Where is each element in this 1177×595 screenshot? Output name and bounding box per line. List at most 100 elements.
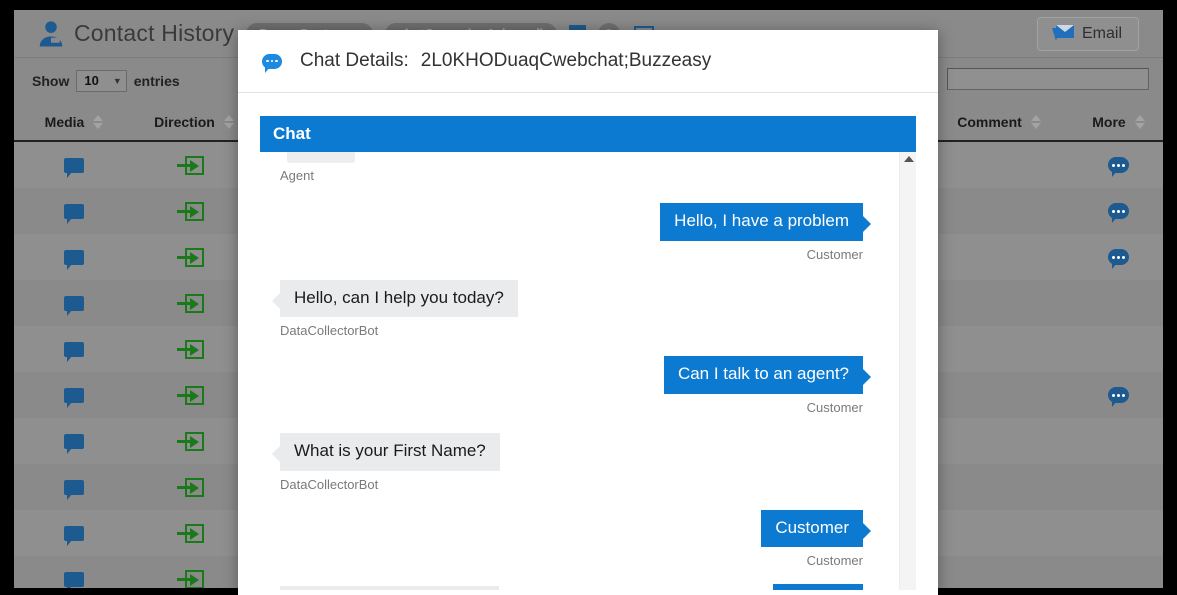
column-header-comment[interactable]: Comment [924,114,1074,130]
inbound-arrow-icon [176,339,204,359]
chat-bubble-icon [262,53,282,73]
chat-section-label: Chat [273,124,311,143]
chat-message: Customer Customer [260,509,886,569]
email-icon [1051,25,1074,42]
entries-select[interactable]: 10 ▼ [76,70,127,92]
inbound-arrow-icon [176,155,204,175]
cell-more[interactable] [1074,387,1163,407]
chat-message: Hello, can I help you today? DataCollecto… [260,279,886,339]
user-icon [39,20,63,46]
scroll-up-icon[interactable] [904,156,914,162]
column-label-direction: Direction [154,114,215,130]
more-comment-icon[interactable] [1108,157,1129,177]
cell-direction[interactable] [134,293,254,313]
chat-media-icon [64,571,84,588]
chat-message-list: Agent Hello, I have a problem Customer Hell… [260,152,916,590]
page-title: Contact History [74,20,235,46]
chat-bubble: Customer [761,509,871,548]
chat-message: Can I talk to an agent? Customer [260,356,886,415]
chat-media-icon [64,525,84,546]
chat-message-author: Agent [280,168,314,183]
chat-media-icon [64,157,84,178]
inbound-arrow-icon [176,385,204,405]
cell-direction[interactable] [134,523,254,543]
cell-direction[interactable] [134,201,254,221]
more-comment-icon[interactable] [1108,387,1129,407]
chat-message-author: DataCollectorBot [280,323,379,339]
chat-message-author: DataCollectorBot [280,476,379,492]
sort-icon-media[interactable] [93,115,104,129]
cell-direction[interactable] [134,339,254,359]
chat-scrollbar[interactable] [899,152,916,590]
inbound-arrow-icon [176,293,204,313]
sort-icon-direction[interactable] [223,115,234,129]
sort-icon-more[interactable] [1134,115,1145,129]
chat-details-modal: Chat Details: 2L0KHODuaqCwebchat;Buzzeas… [238,30,938,595]
chat-bubble: Hello, can I help you today? [272,279,518,318]
chat-message: What is your First Name? DataCollectorBot [260,433,886,492]
column-label-media: Media [44,114,85,130]
chat-media-icon [64,249,84,270]
more-comment-icon[interactable] [1108,249,1129,269]
show-label: Show [32,73,70,89]
column-header-media[interactable]: Media [14,114,134,130]
show-entries-control: Show 10 ▼ entries [32,70,180,92]
cell-more[interactable] [1074,249,1163,269]
scrollbar-thumb[interactable] [901,168,916,568]
entries-label: entries [133,73,180,89]
chat-message-author: Customer [806,553,863,569]
chat-bubble: Can I talk to an agent? [663,356,872,395]
inbound-arrow-icon [176,523,204,543]
screen: Contact History Demo Customer chatCampai… [0,0,1177,595]
cell-media[interactable] [14,433,134,454]
column-header-more[interactable]: More [1074,114,1163,130]
chat-transcript-pane: Agent Hello, I have a problem Customer Hell… [260,152,916,590]
sort-icon-comment[interactable] [1030,115,1041,129]
cell-media[interactable] [14,341,134,362]
cell-media[interactable] [14,479,134,500]
cell-media[interactable] [14,157,134,178]
chat-bubble: What is your First Name? [272,433,500,471]
inbound-arrow-icon [176,247,204,267]
cell-direction[interactable] [134,385,254,405]
modal-title-label: Chat Details: [300,50,409,71]
chat-section-header: Chat [260,116,916,152]
cell-media[interactable] [14,571,134,588]
cell-media[interactable] [14,249,134,270]
email-button[interactable]: Email [1036,16,1139,51]
chat-bubble: Hello, I have a problem [660,203,871,241]
more-comment-icon[interactable] [1108,203,1129,223]
chat-message: Hello, I have a problem Customer [260,203,886,262]
column-label-more: More [1092,114,1126,130]
chat-media-icon [64,433,84,454]
entries-value: 10 [84,73,99,88]
chat-media-icon [64,341,84,362]
cell-direction[interactable] [134,155,254,175]
cell-direction[interactable] [134,477,254,497]
cell-direction[interactable] [134,247,254,267]
search-input[interactable] [947,68,1149,90]
inbound-arrow-icon [176,431,204,451]
cell-direction[interactable] [134,431,254,451]
cell-media[interactable] [14,387,134,408]
chat-media-icon [64,387,84,408]
inbound-arrow-icon [176,201,204,221]
chat-bubble-partial [287,152,355,163]
modal-title-value: 2L0KHODuaqCwebchat;Buzzeasy [420,50,712,71]
email-button-label: Email [1081,24,1122,42]
cell-more[interactable] [1074,203,1163,223]
inbound-arrow-icon [176,477,204,497]
cell-media[interactable] [14,295,134,316]
cell-media[interactable] [14,525,134,546]
column-label-comment: Comment [957,114,1022,130]
cell-more[interactable] [1074,157,1163,177]
cell-direction[interactable] [134,569,254,588]
modal-header: Chat Details: 2L0KHODuaqCwebchat;Buzzeas… [238,30,938,93]
chat-bubble: What is your Last Name? [280,586,499,590]
cell-media[interactable] [14,203,134,224]
chat-message-author: Customer [806,400,863,416]
chat-media-icon [64,479,84,500]
column-header-direction[interactable]: Direction [134,114,254,130]
chat-media-icon [64,203,84,224]
chat-message: Agent [260,152,886,183]
